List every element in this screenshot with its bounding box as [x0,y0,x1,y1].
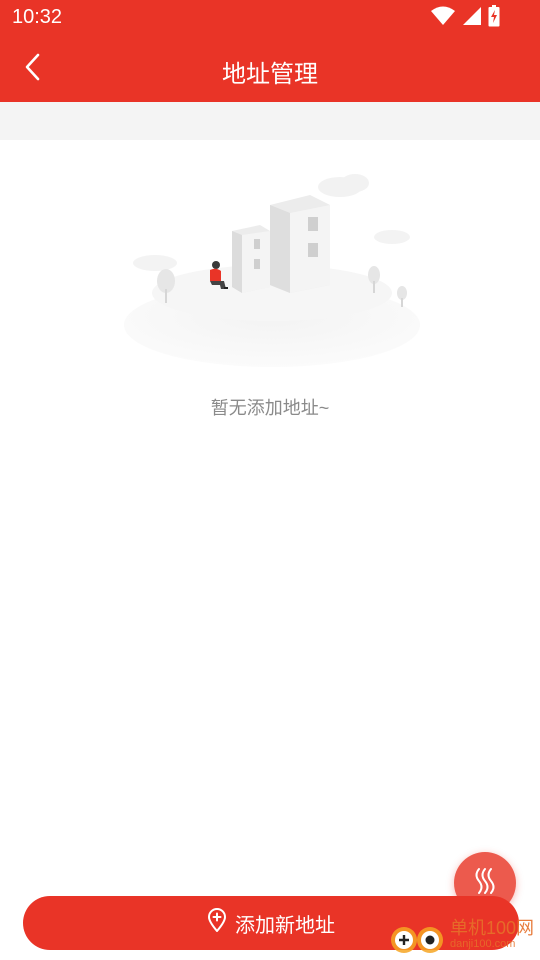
watermark-url: danji100.com [450,938,516,950]
battery-charging-icon [488,5,500,31]
watermark-title: 单机100网 [450,918,535,938]
empty-state-message: 暂无添加地址~ [210,398,330,418]
page-title: 地址管理 [222,61,318,88]
add-address-label: 添加新地址 [235,914,335,937]
location-plus-icon [207,908,227,938]
site-watermark: 单机100网 danji100.com [388,910,538,956]
header-spacer-band [0,102,540,140]
wifi-icon [430,6,456,30]
watermark-logo-icon [388,924,446,960]
heat-waves-icon [472,866,498,900]
signal-icon [462,6,482,30]
status-time: 10:32 [12,6,63,28]
empty-city-illustration [120,165,420,370]
app-bar: 地址管理 [0,36,540,102]
status-icons [430,5,500,31]
status-bar: 10:32 [0,0,540,36]
